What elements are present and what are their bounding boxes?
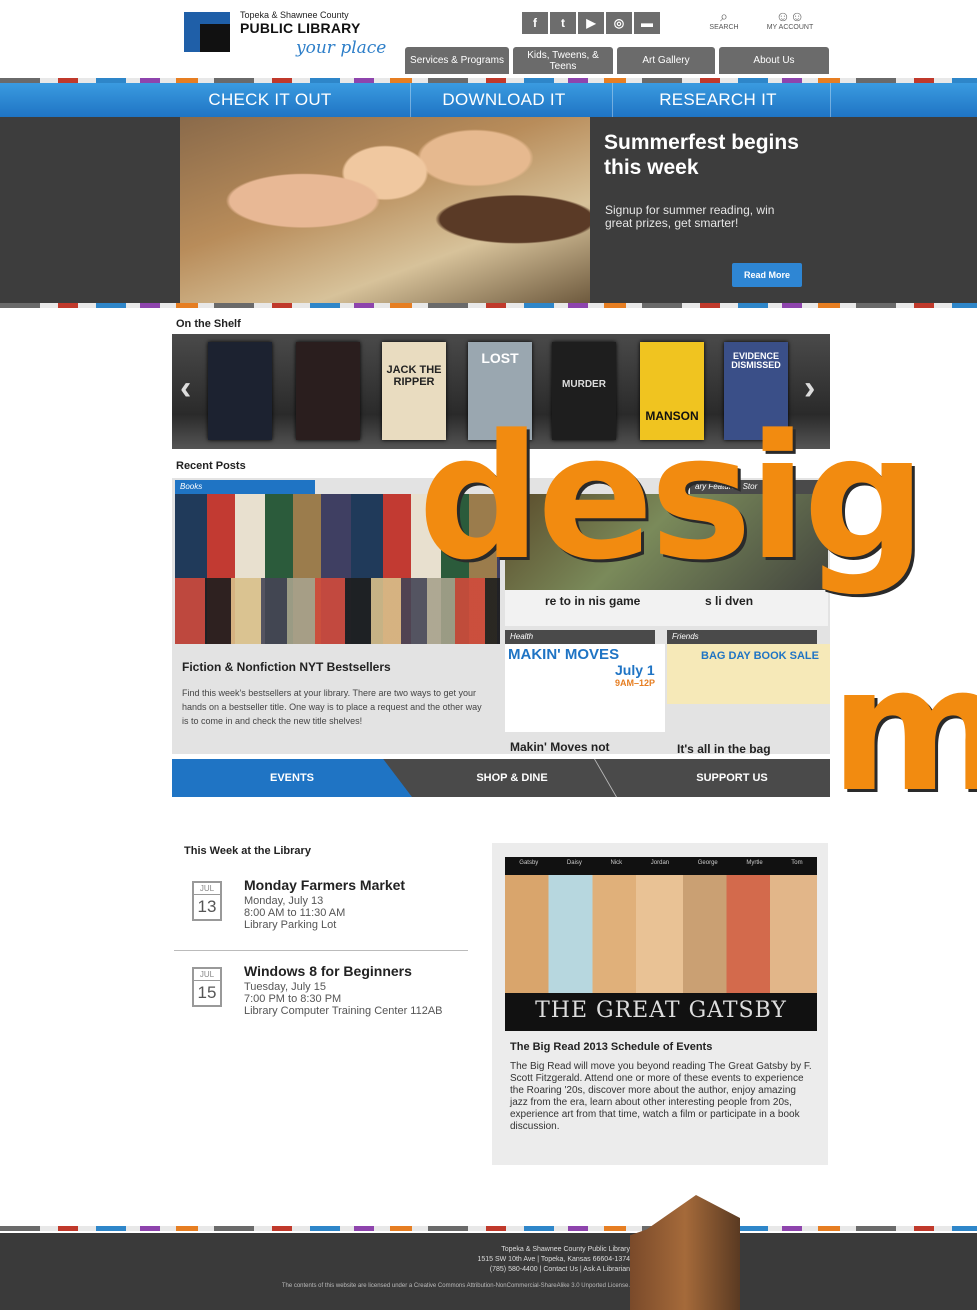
- event-title[interactable]: Monday Farmers Market: [244, 877, 405, 893]
- my-account-link[interactable]: ☺☺ MY ACCOUNT: [760, 8, 820, 31]
- site-footer: Topeka & Shawnee County Public Library 1…: [0, 1195, 977, 1310]
- makin-moves-img-text: MAKIN' MOVES: [508, 646, 620, 663]
- post-title-bag-day[interactable]: It's all in the bag: [677, 742, 771, 756]
- big-read-body: The Big Read will move you beyond readin…: [510, 1061, 812, 1132]
- event-location: Library Parking Lot: [244, 919, 337, 931]
- search-icon: ⌕: [720, 8, 728, 24]
- search-label: SEARCH: [709, 24, 739, 31]
- nav-download-it[interactable]: DOWNLOAD IT: [404, 83, 604, 117]
- footer-address: Topeka & Shawnee County Public Library 1…: [477, 1246, 630, 1273]
- tab-bar: EVENTS SHOP & DINE SUPPORT US: [172, 759, 830, 797]
- nav-divider: [612, 83, 613, 117]
- recent-posts-heading: Recent Posts: [176, 460, 246, 472]
- shelf-book[interactable]: [208, 342, 272, 440]
- tab-support-us[interactable]: SUPPORT US: [632, 759, 832, 797]
- library-logo[interactable]: Topeka & Shawnee County PUBLIC LIBRARY y…: [184, 10, 404, 70]
- character-names: Gatsby Daisy Nick Jordan George Myrtle Tom: [519, 860, 803, 866]
- top-navigation: Services & Programs Kids, Tweens, & Teen…: [405, 47, 829, 74]
- event-time: 8:00 AM to 11:30 AM: [244, 907, 346, 919]
- color-stripe: [0, 1226, 977, 1231]
- bag-day-image[interactable]: BAG DAY BOOK SALE: [667, 644, 830, 704]
- event-date: Tuesday, July 15: [244, 981, 326, 993]
- gatsby-cover-title: THE GREAT GATSBY: [535, 998, 787, 1023]
- youtube-icon[interactable]: ▶: [578, 12, 604, 34]
- nav-kids[interactable]: Kids, Tweens, & Teens: [513, 47, 613, 74]
- hero-text: Signup for summer reading, win great pri…: [605, 203, 775, 230]
- hero-title: Summerfest begins this week: [604, 131, 799, 179]
- makin-moves-image[interactable]: MAKIN' MOVES July 1 9AM–12P: [505, 644, 665, 732]
- shelf-heading: On the Shelf: [176, 318, 241, 330]
- flickr-icon[interactable]: ▬: [634, 12, 660, 34]
- nav-about-us[interactable]: About Us: [719, 47, 829, 74]
- social-links: f t ▶ ◎ ▬: [522, 12, 660, 34]
- books-tag: Books: [175, 480, 315, 494]
- hero-photo: [180, 117, 590, 303]
- shelf-book[interactable]: [296, 342, 360, 440]
- nav-research-it[interactable]: RESEARCH IT: [618, 83, 818, 117]
- bag-day-img-text: BAG DAY BOOK SALE: [701, 650, 819, 662]
- tab-shop-dine[interactable]: SHOP & DINE: [412, 759, 612, 797]
- search-link[interactable]: ⌕ SEARCH: [694, 8, 754, 31]
- color-stripe: [0, 303, 977, 308]
- calendar-icon: JUL 15: [192, 967, 222, 1007]
- event-location: Library Computer Training Center 112AB: [244, 1005, 443, 1017]
- library-building-image: [630, 1195, 740, 1310]
- pinterest-icon[interactable]: ◎: [606, 12, 632, 34]
- event-date: Monday, July 13: [244, 895, 324, 907]
- calendar-icon: JUL 13: [192, 881, 222, 921]
- license-text[interactable]: The contents of this website are license…: [200, 1283, 630, 1289]
- great-gatsby-image[interactable]: Gatsby Daisy Nick Jordan George Myrtle Tom THE…: [505, 857, 817, 1031]
- read-more-button[interactable]: Read More: [732, 263, 802, 287]
- health-tag: Health: [505, 630, 655, 644]
- logo-tagline: your place: [296, 38, 387, 58]
- post-title-bestsellers[interactable]: Fiction & Nonfiction NYT Bestsellers: [182, 660, 391, 674]
- account-icon: ☺☺: [775, 8, 805, 24]
- nav-check-it-out[interactable]: CHECK IT OUT: [170, 83, 370, 117]
- nav-divider: [830, 83, 831, 117]
- hero-banner: Summerfest begins this week Signup for s…: [0, 117, 977, 303]
- makin-moves-img-time: 9AM–12P: [615, 678, 656, 688]
- watermark-text: desig: [418, 397, 926, 598]
- account-label: MY ACCOUNT: [766, 24, 814, 31]
- logo-mark: [184, 12, 230, 52]
- events-heading: This Week at the Library: [184, 845, 311, 857]
- nav-art-gallery[interactable]: Art Gallery: [617, 47, 715, 74]
- carousel-prev-icon[interactable]: ‹: [180, 369, 191, 408]
- logo-title: PUBLIC LIBRARY: [240, 20, 361, 36]
- site-header: Topeka & Shawnee County PUBLIC LIBRARY y…: [0, 0, 977, 78]
- watermark-text: m: [830, 629, 977, 830]
- makin-moves-img-date: July 1: [615, 662, 655, 678]
- tab-events[interactable]: EVENTS: [172, 759, 412, 797]
- main-navigation: CHECK IT OUT DOWNLOAD IT RESEARCH IT: [0, 83, 977, 117]
- character-faces: [505, 875, 817, 993]
- big-read-title[interactable]: The Big Read 2013 Schedule of Events: [510, 1041, 712, 1053]
- event-time: 7:00 PM to 8:30 PM: [244, 993, 342, 1005]
- twitter-icon[interactable]: t: [550, 12, 576, 34]
- logo-subtitle: Topeka & Shawnee County: [240, 10, 349, 20]
- friends-tag: Friends: [667, 630, 817, 644]
- post-body-bestsellers: Find this week's bestsellers at your lib…: [182, 688, 482, 726]
- nav-services[interactable]: Services & Programs: [405, 47, 509, 74]
- facebook-icon[interactable]: f: [522, 12, 548, 34]
- event-title[interactable]: Windows 8 for Beginners: [244, 963, 412, 979]
- divider: [174, 950, 468, 951]
